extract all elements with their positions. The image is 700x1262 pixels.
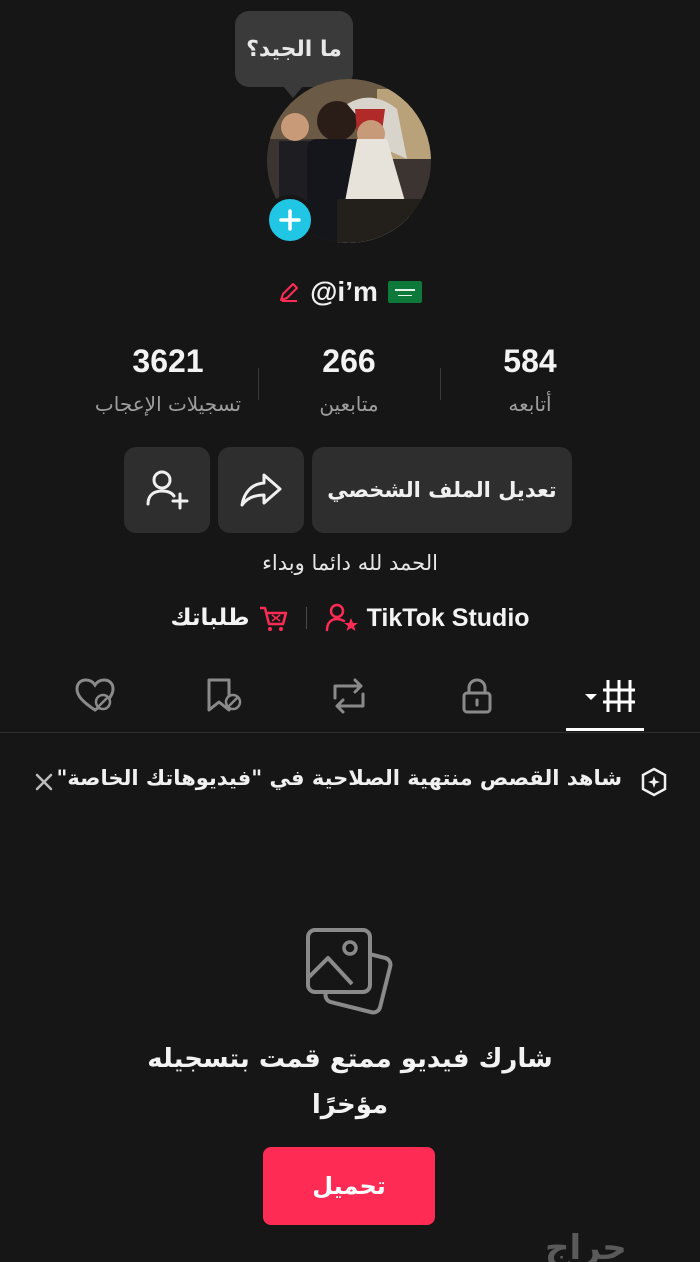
tab-liked[interactable] — [45, 660, 145, 732]
liked-icon — [75, 678, 115, 712]
videos-grid-icon — [585, 680, 635, 712]
tab-private[interactable] — [427, 660, 527, 732]
note-text: ما الجيد؟ — [246, 36, 342, 62]
stat-following[interactable]: 584 أتابعه — [430, 343, 630, 416]
links-divider — [305, 607, 307, 629]
favorites-icon — [207, 678, 242, 712]
empty-state-line1: شارك فيديو ممتع قمت بتسجيله — [147, 1044, 553, 1074]
tiktok-studio-label: TikTok Studio — [366, 603, 530, 632]
tab-reposts[interactable] — [299, 660, 399, 732]
stat-following-value: 584 — [503, 343, 557, 379]
pencil-icon[interactable] — [278, 281, 300, 303]
tab-favorites[interactable] — [173, 660, 273, 732]
stat-likes-label: تسجيلات الإعجاب — [94, 392, 242, 416]
stat-followers-label: متابعين — [319, 392, 379, 416]
upload-button[interactable]: تحميل — [263, 1147, 435, 1225]
stat-followers[interactable]: 266 متابعين — [249, 343, 449, 416]
username: @i’m — [310, 276, 378, 307]
tab-videos[interactable] — [555, 660, 655, 732]
tabs-divider — [0, 732, 700, 733]
upload-label: تحميل — [312, 1172, 386, 1200]
add-friend-icon — [146, 470, 189, 510]
orders-label: طلباتك — [170, 605, 250, 631]
orders-link[interactable]: طلباتك — [170, 604, 287, 632]
studio-icon — [325, 603, 358, 632]
close-icon[interactable] — [30, 768, 58, 796]
profile-links: طلباتك TikTok Studio — [0, 598, 700, 638]
sparkle-icon — [638, 766, 670, 802]
plus-icon — [279, 209, 301, 231]
photo-icon — [300, 926, 396, 1026]
stat-likes-value: 3621 — [132, 343, 204, 379]
add-story-button[interactable] — [265, 195, 315, 245]
stat-following-label: أتابعه — [508, 392, 552, 416]
share-icon — [240, 473, 282, 507]
add-friend-button[interactable] — [124, 447, 210, 533]
note-bubble[interactable]: ما الجيد؟ — [235, 11, 353, 87]
content-tabs — [0, 660, 700, 732]
stories-banner[interactable]: شاهد القصص منتهية الصلاحية في "فيديوهاتك… — [0, 758, 700, 806]
edit-profile-button[interactable]: تعديل الملف الشخصي — [312, 447, 572, 533]
tiktok-studio-link[interactable]: TikTok Studio — [325, 603, 530, 633]
repost-icon — [333, 678, 365, 714]
lock-icon — [462, 678, 492, 714]
watermark: حراج — [545, 1228, 627, 1262]
bio: الحمد لله دائما وبداء — [262, 551, 438, 575]
username-row[interactable]: @i’m — [0, 272, 700, 312]
share-profile-button[interactable] — [218, 447, 304, 533]
edit-profile-label: تعديل الملف الشخصي — [327, 478, 557, 502]
flag-icon — [387, 281, 422, 303]
stat-likes[interactable]: 3621 تسجيلات الإعجاب — [68, 343, 268, 416]
cart-icon — [259, 606, 287, 631]
empty-state-line2: مؤخرًا — [311, 1090, 389, 1120]
banner-text: شاهد القصص منتهية الصلاحية في "فيديوهاتك… — [56, 766, 622, 790]
empty-state-text: شارك فيديو ممتع قمت بتسجيله مؤخرًا — [100, 1036, 600, 1128]
active-tab-indicator — [566, 728, 644, 731]
stat-followers-value: 266 — [322, 343, 376, 379]
